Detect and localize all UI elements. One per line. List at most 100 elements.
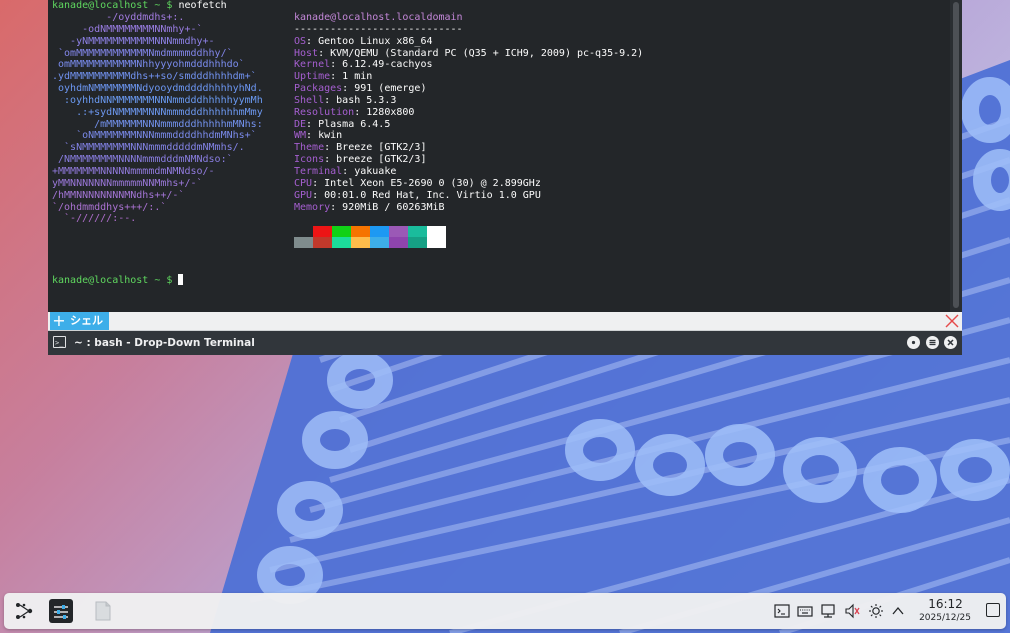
color-palette [294,226,446,248]
window-title: ~ : bash - Drop-Down Terminal [74,337,255,349]
menu-button[interactable] [926,336,939,349]
info-value: bash 5.3.3 [336,94,397,106]
info-value: Gentoo Linux x86_64 [318,35,433,47]
ascii-logo-line: `omMMMMMMMMMMMMNmdmmmmddhhy/` [52,47,233,59]
gentoo-ascii-logo: -/oyddmdhs+:. -odNMMMMMMMMNNmhy+-` -yNMM… [52,12,263,225]
application-launcher-button[interactable] [14,601,34,621]
close-tab-button[interactable] [944,312,960,330]
palette-swatch [332,237,351,248]
terminal-output[interactable]: kanade@localhost ~ $ neofetch -/oyddmdhs… [48,0,962,312]
tab-shell[interactable]: シェル [68,312,109,330]
info-value: Plasma 6.4.5 [318,118,391,130]
user-host: kanade@localhost.localdomain [294,12,463,23]
clock-time[interactable]: 16:12 [923,597,968,611]
palette-swatch [313,237,332,248]
info-value: kwin [318,130,343,142]
ascii-logo-line: /hMMNNNNNNNNMNdhs++/-` [52,189,185,201]
task-document[interactable] [94,601,112,621]
palette-swatch [351,237,370,248]
info-value: 1 min [342,71,373,83]
terminal-icon: >_ [53,336,66,348]
close-icon [947,339,954,346]
ascii-logo-line: `/ohdmmddhys+++/:.` [52,201,167,213]
ascii-logo-line: :oyhhdNNMMMMMMMNNNmmdddhhhhhyymMh [52,94,263,106]
info-key: Terminal [294,165,343,177]
info-key: OS [294,35,307,47]
keyboard-icon[interactable] [797,603,813,619]
clock-date[interactable]: 2025/12/25 [912,613,978,623]
info-key: Resolution [294,106,355,118]
info-value: 991 (emerge) [354,83,427,95]
command-line: kanade@localhost ~ $ neofetch [52,0,227,12]
ascii-logo-line: `oNMMMMMMMNNNmmmddddhhdmMNhs+` [52,130,257,142]
show-desktop-button[interactable] [986,603,1000,617]
task-yakuake[interactable] [49,599,73,623]
ascii-logo-line: yMMNNNNNNNmmmmmNNMmhs+/-` [52,177,203,189]
ascii-logo-line: `sNMMMMMMMMNNNmmmdddddmNMmhs/. [52,142,245,154]
info-key: Theme [294,142,325,154]
ascii-logo-line: /mMMMMMMNNNmmmdddhhhhhmMNhs: [52,118,263,130]
separator-line: ---------------------------- [294,23,463,35]
quit-button[interactable] [944,336,957,349]
palette-swatch [389,237,408,248]
palette-swatch [370,237,389,248]
network-icon[interactable] [820,603,836,619]
taskbar: 16:12 2025/12/25 [4,593,1006,629]
info-value: breeze [GTK2/3] [336,154,427,166]
palette-swatch [351,226,370,237]
chevron-up-icon[interactable] [890,603,906,619]
info-key: Shell [294,94,325,106]
sliders-icon [54,605,68,619]
new-tab-button[interactable]: + [50,312,68,330]
idle-command-line: kanade@localhost ~ $ [52,274,184,287]
info-value: Breeze [GTK2/3] [336,142,427,154]
palette-swatch [332,226,351,237]
volume-muted-icon[interactable] [844,603,860,619]
ascii-logo-line: -odNMMMMMMMMNNmhy+-` [52,23,203,35]
ascii-logo-line: .:+sydNMMMMMNNNmmmdddhhhhhhmMmy [52,106,263,118]
info-key: Icons [294,154,325,166]
prompt-text: kanade@localhost ~ $ [52,275,173,286]
terminal-tray-icon[interactable] [774,603,790,619]
ascii-logo-line: `-//////:--. [52,213,137,225]
tab-bar: + シェル [48,312,962,331]
info-value: 920MiB / 60263MiB [342,201,445,213]
ascii-logo-line: -/oyddmdhs+:. [52,12,185,23]
info-key: GPU [294,189,313,201]
info-key: WM [294,130,307,142]
command-text: neofetch [178,0,227,11]
dot-icon [911,340,916,345]
palette-swatch [389,226,408,237]
document-icon [95,601,111,621]
hamburger-icon [929,339,936,346]
launcher-icon [16,603,33,619]
close-icon [945,314,959,328]
prompt-text: kanade@localhost ~ $ [52,0,173,11]
ascii-logo-line: /NMMMMMMMMNNNNmmmdddmNMNdso:` [52,154,233,166]
ascii-logo-line: -yNMMMMMMMMMMMNNNmmdhy+- [52,35,215,47]
scrollbar-thumb[interactable] [953,2,959,308]
info-value: 1280x800 [366,106,415,118]
info-key: Kernel [294,59,331,71]
text-cursor [178,274,184,285]
palette-swatch [408,226,427,237]
configure-button[interactable] [907,336,920,349]
palette-swatch [294,237,313,248]
info-value: Intel Xeon E5-2690 0 (30) @ 2.899GHz [324,177,541,189]
ascii-logo-line: +MMMMMMMNNNNNmmmmdmNMNdso/- [52,165,215,177]
info-key: Uptime [294,71,331,83]
info-key: CPU [294,177,313,189]
palette-swatch [408,237,427,248]
system-info: kanade@localhost.localdomain -----------… [294,12,644,213]
brightness-icon[interactable] [868,603,884,619]
info-value: 00:01.0 Red Hat, Inc. Virtio 1.0 GPU [324,189,541,201]
palette-swatch [370,226,389,237]
info-value: 6.12.49-cachyos [342,59,433,71]
palette-swatch [294,226,313,237]
terminal-scrollbar[interactable] [950,0,962,312]
info-key: DE [294,118,307,130]
info-value: yakuake [354,165,397,177]
palette-swatch [313,226,332,237]
terminal-titlebar: >_ ~ : bash - Drop-Down Terminal [48,331,962,355]
ascii-logo-line: omMMMMMMMMMMMNhhyyyohmdddhhhdo` [52,59,245,71]
